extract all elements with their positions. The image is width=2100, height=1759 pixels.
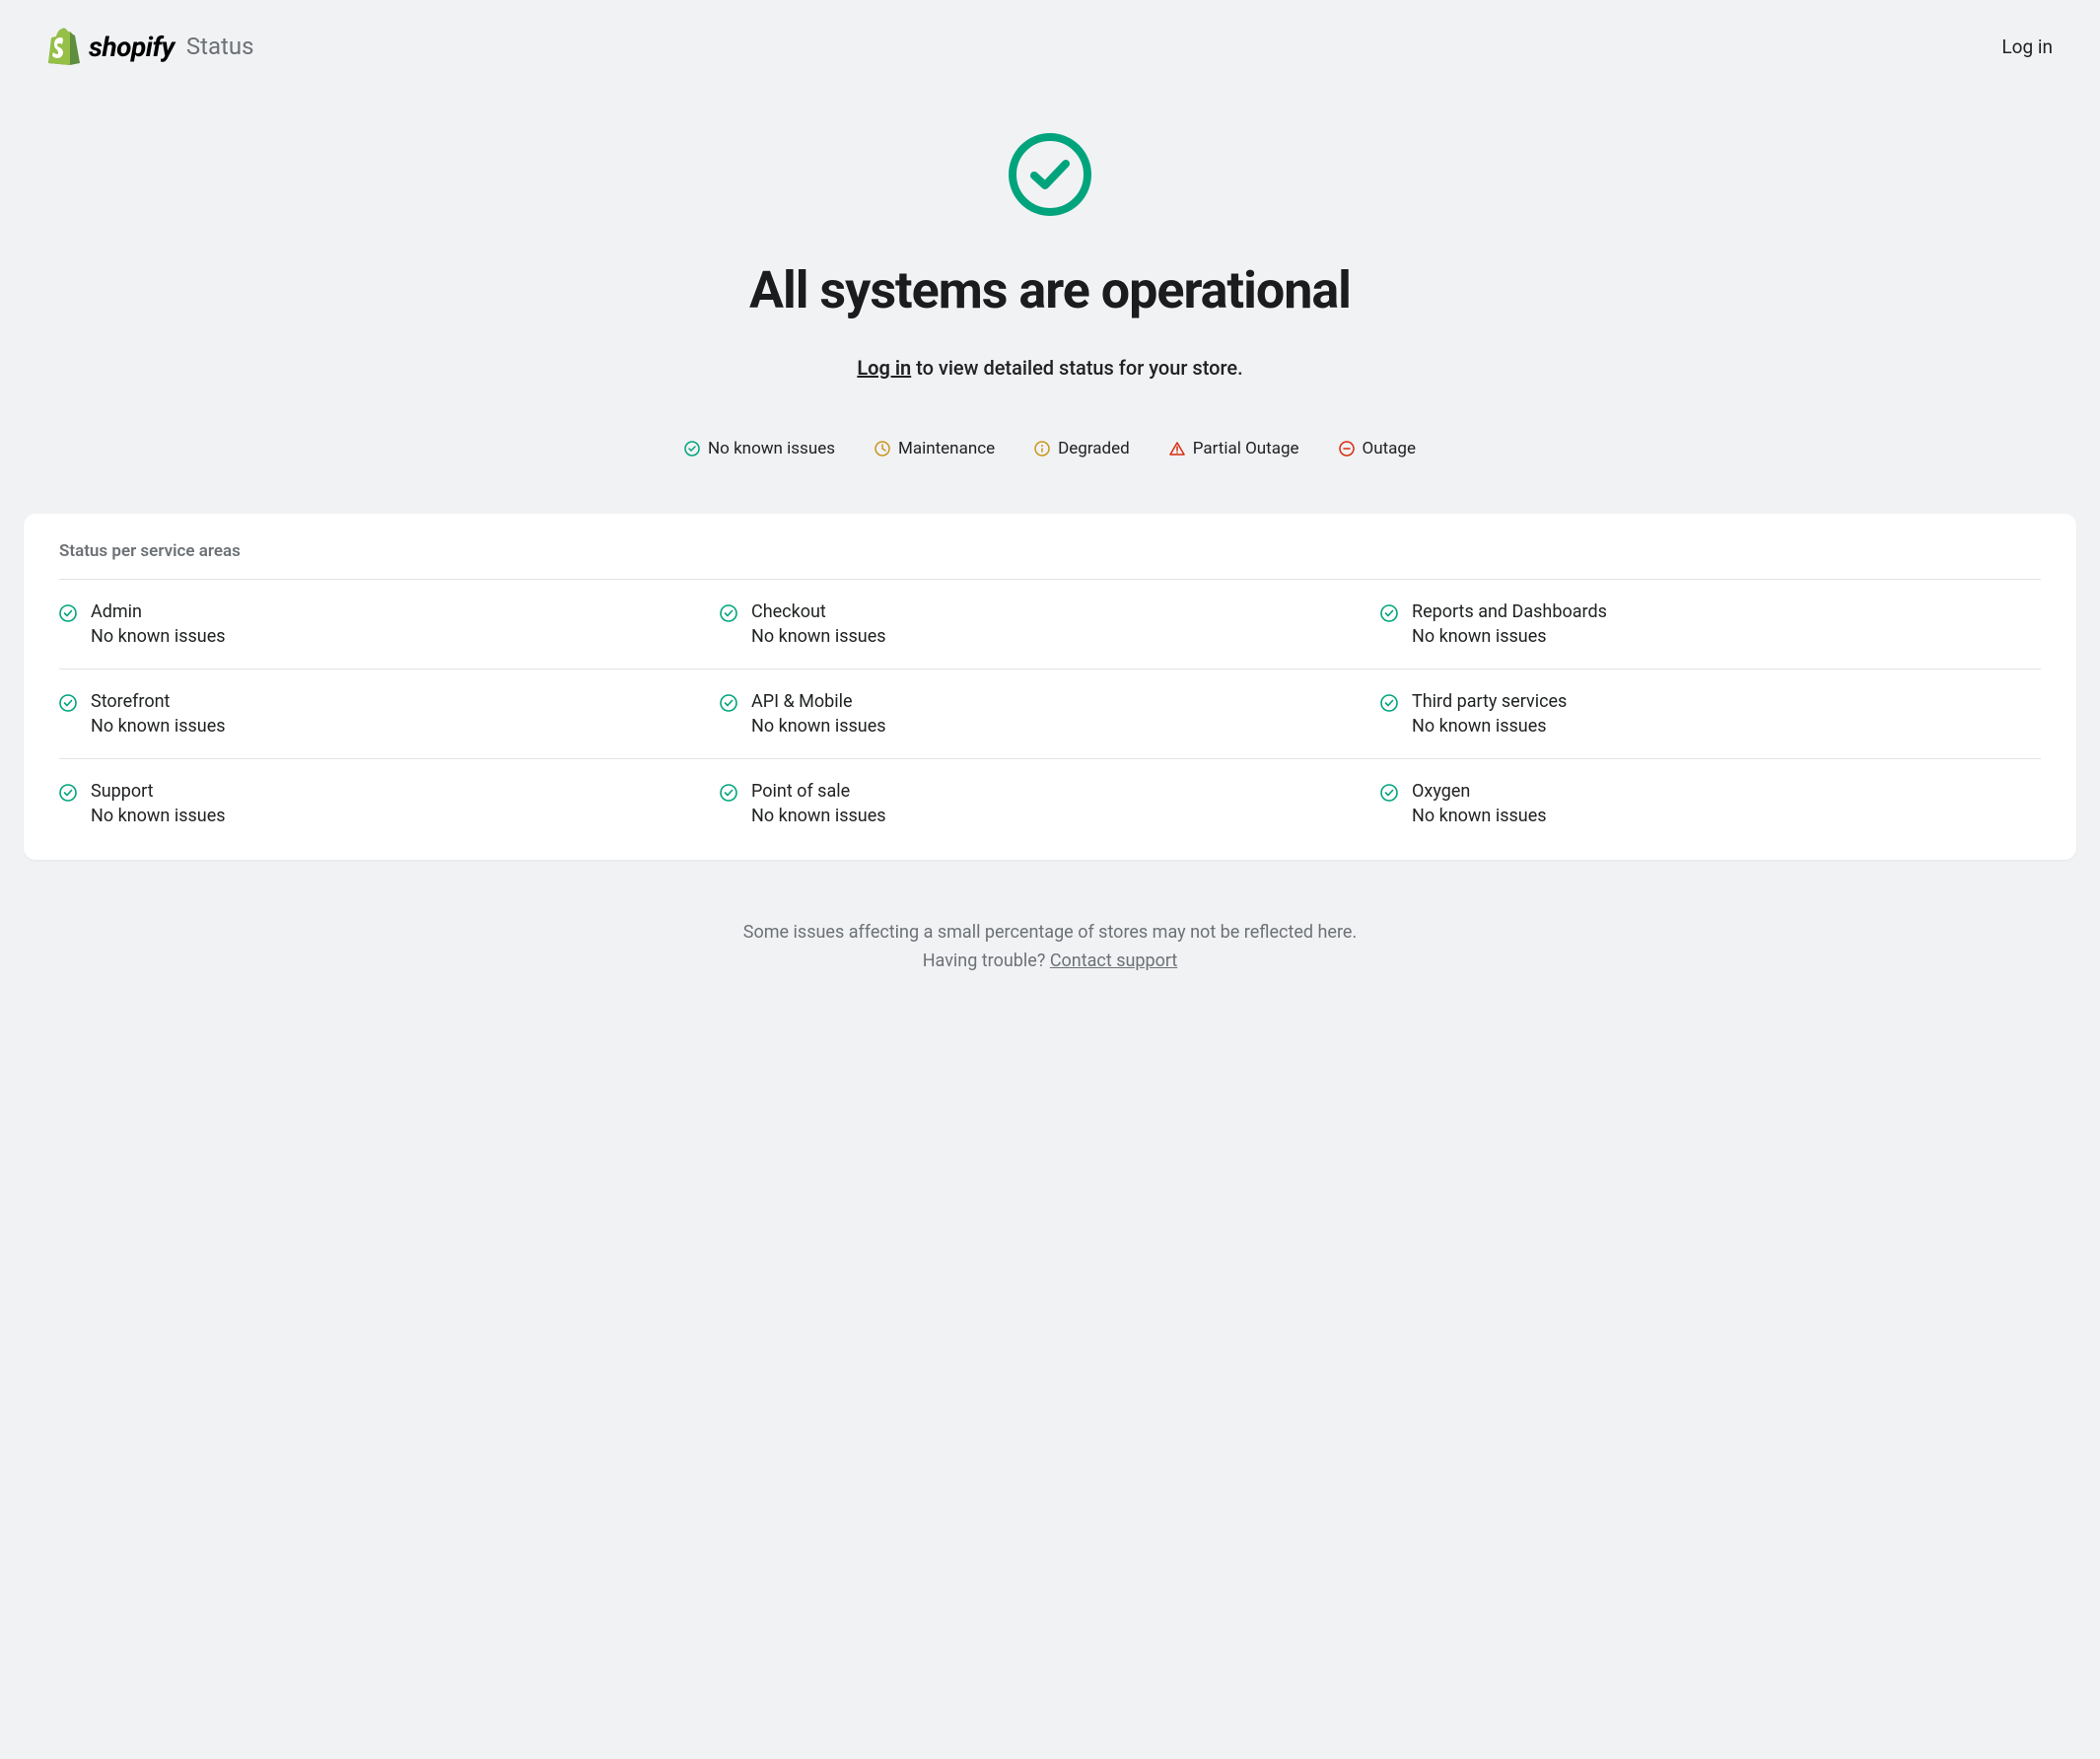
legend-degraded: Degraded <box>1034 439 1130 458</box>
service-grid: Admin No known issues Checkout No known iss… <box>59 579 2041 848</box>
service-text: Point of sale No known issues <box>751 781 886 826</box>
info-circle-icon <box>1034 441 1050 457</box>
service-name: Support <box>91 781 226 802</box>
service-status: No known issues <box>1412 626 1607 647</box>
service-text: Admin No known issues <box>91 601 226 647</box>
hero-section: All systems are operational Log in to vi… <box>0 93 2100 399</box>
service-status: No known issues <box>91 716 226 737</box>
service-text: Storefront No known issues <box>91 691 226 737</box>
status-legend: No known issues Maintenance Degraded Par… <box>0 399 2100 490</box>
hero-subtitle: Log in to view detailed status for your … <box>20 356 2080 380</box>
service-item[interactable]: API & Mobile No known issues <box>720 668 1380 758</box>
legend-partial-outage: Partial Outage <box>1169 439 1299 458</box>
service-name: Admin <box>91 601 226 622</box>
service-text: Oxygen No known issues <box>1412 781 1547 826</box>
page-header: shopify Status Log in <box>0 0 2100 93</box>
page-footer: Some issues affecting a small percentage… <box>0 883 2100 1025</box>
legend-outage: Outage <box>1339 439 1416 458</box>
check-circle-small-icon <box>684 441 700 457</box>
service-name: Reports and Dashboards <box>1412 601 1607 622</box>
legend-no-issues: No known issues <box>684 439 835 458</box>
check-circle-small-icon <box>1380 604 1398 622</box>
service-item[interactable]: Reports and Dashboards No known issues <box>1380 579 2041 668</box>
footer-line-1: Some issues affecting a small percentage… <box>20 919 2080 948</box>
legend-label: No known issues <box>708 439 835 458</box>
brand-suffix: Status <box>186 33 254 60</box>
check-circle-small-icon <box>59 694 77 712</box>
hero-subtitle-text: to view detailed status for your store. <box>911 356 1242 380</box>
service-name: API & Mobile <box>751 691 886 712</box>
service-text: Reports and Dashboards No known issues <box>1412 601 1607 647</box>
contact-support-link[interactable]: Contact support <box>1050 950 1178 971</box>
service-name: Storefront <box>91 691 226 712</box>
service-status: No known issues <box>91 626 226 647</box>
service-item[interactable]: Checkout No known issues <box>720 579 1380 668</box>
service-item[interactable]: Admin No known issues <box>59 579 720 668</box>
legend-label: Outage <box>1363 439 1416 458</box>
service-item[interactable]: Point of sale No known issues <box>720 758 1380 848</box>
check-circle-small-icon <box>720 694 737 712</box>
legend-label: Degraded <box>1058 439 1130 458</box>
check-circle-icon <box>1008 132 1092 217</box>
logo[interactable]: shopify Status <box>47 28 253 65</box>
check-circle-small-icon <box>59 604 77 622</box>
alert-triangle-icon <box>1169 441 1185 457</box>
check-circle-small-icon <box>59 784 77 802</box>
card-title: Status per service areas <box>59 541 2041 561</box>
service-item[interactable]: Storefront No known issues <box>59 668 720 758</box>
service-status: No known issues <box>751 626 886 647</box>
service-item[interactable]: Third party services No known issues <box>1380 668 2041 758</box>
services-card: Status per service areas Admin No known i… <box>24 514 2076 860</box>
service-text: Checkout No known issues <box>751 601 886 647</box>
login-link[interactable]: Log in <box>2001 35 2053 58</box>
service-text: Support No known issues <box>91 781 226 826</box>
legend-label: Maintenance <box>898 439 995 458</box>
service-name: Checkout <box>751 601 886 622</box>
service-name: Third party services <box>1412 691 1567 712</box>
minus-circle-icon <box>1339 441 1355 457</box>
shopify-bag-icon <box>47 28 81 65</box>
clock-icon <box>875 441 890 457</box>
service-status: No known issues <box>91 806 226 826</box>
brand-name: shopify <box>89 31 175 63</box>
check-circle-small-icon <box>720 784 737 802</box>
page-title: All systems are operational <box>20 260 2080 320</box>
check-circle-small-icon <box>1380 694 1398 712</box>
legend-maintenance: Maintenance <box>875 439 995 458</box>
check-circle-small-icon <box>1380 784 1398 802</box>
service-status: No known issues <box>1412 716 1567 737</box>
service-name: Oxygen <box>1412 781 1547 802</box>
footer-prefix: Having trouble? <box>923 950 1050 971</box>
service-item[interactable]: Support No known issues <box>59 758 720 848</box>
service-item[interactable]: Oxygen No known issues <box>1380 758 2041 848</box>
service-status: No known issues <box>751 716 886 737</box>
footer-line-2: Having trouble? Contact support <box>20 948 2080 976</box>
service-text: API & Mobile No known issues <box>751 691 886 737</box>
service-name: Point of sale <box>751 781 886 802</box>
service-text: Third party services No known issues <box>1412 691 1567 737</box>
legend-label: Partial Outage <box>1193 439 1299 458</box>
check-circle-small-icon <box>720 604 737 622</box>
service-status: No known issues <box>1412 806 1547 826</box>
hero-login-link[interactable]: Log in <box>857 356 911 380</box>
service-status: No known issues <box>751 806 886 826</box>
